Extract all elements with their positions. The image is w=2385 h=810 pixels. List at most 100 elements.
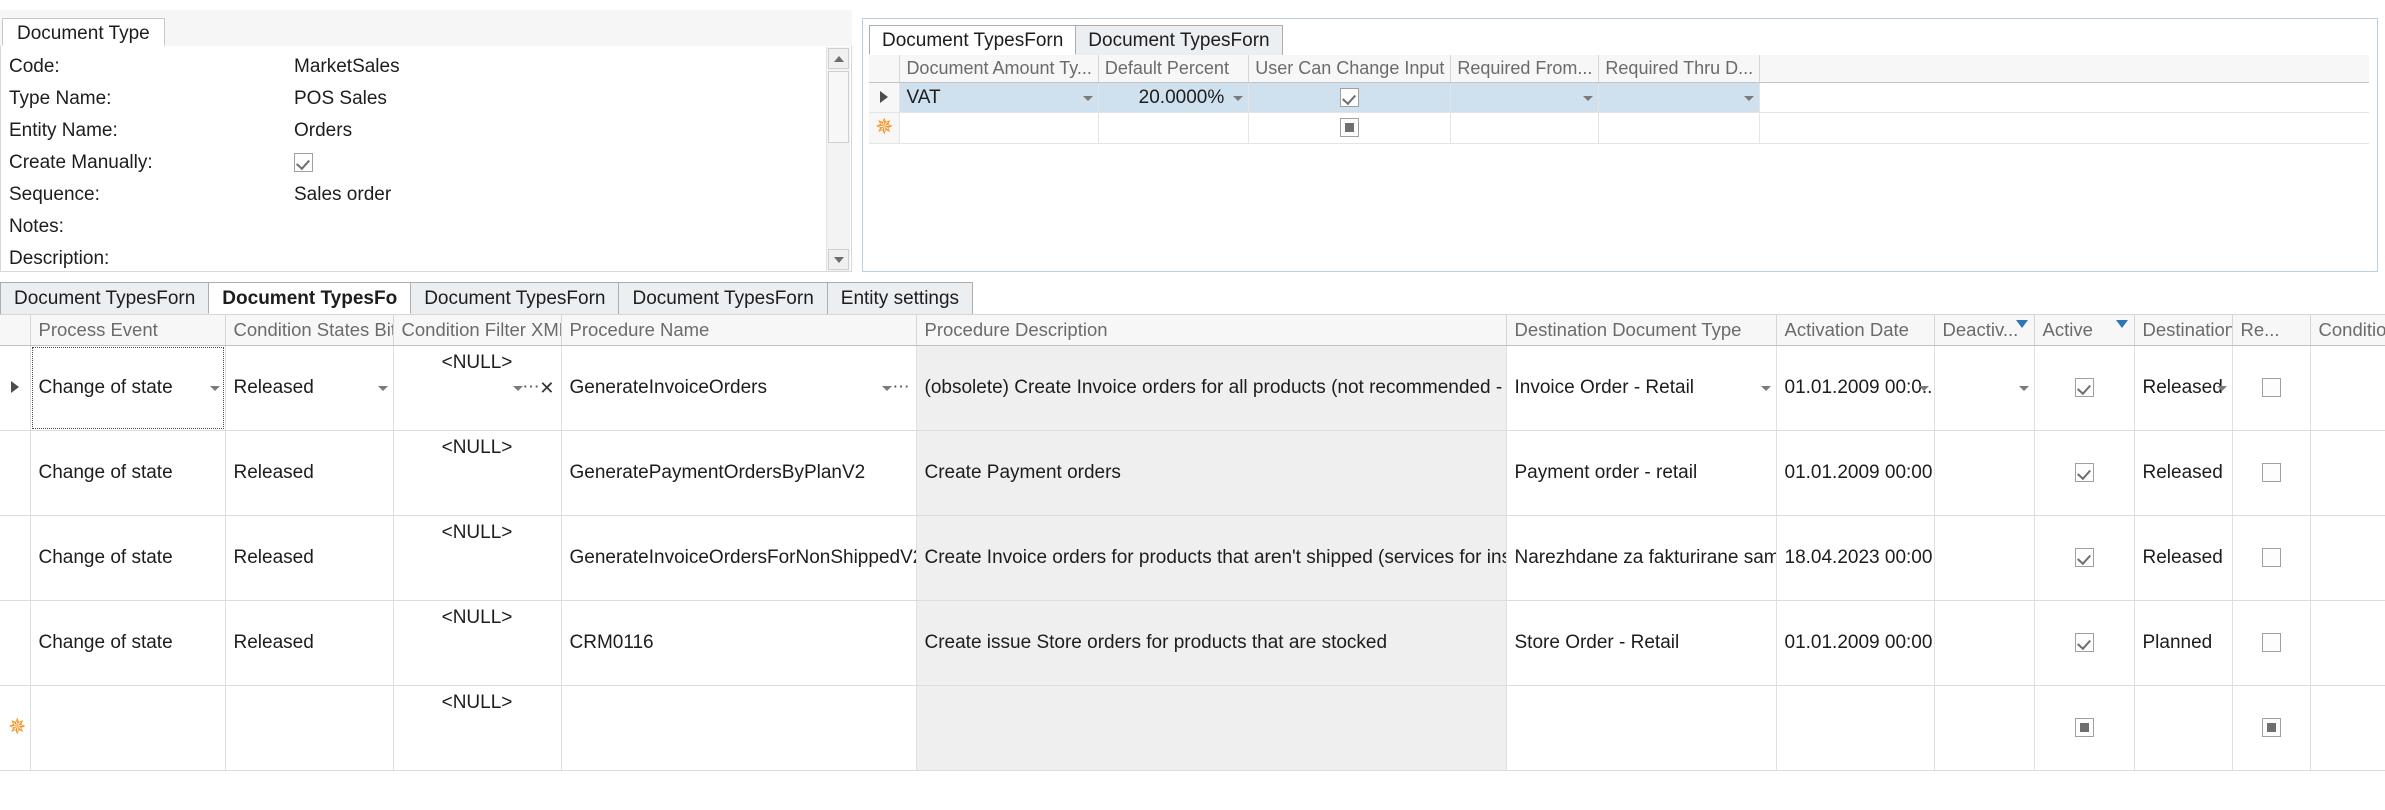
chevron-down-icon[interactable]: [2018, 386, 2029, 391]
cell-activation-date[interactable]: [1776, 685, 1935, 771]
cell-destination-state[interactable]: Released: [2134, 515, 2233, 601]
cell-user-can-change-input[interactable]: [1248, 112, 1452, 144]
cell-condition[interactable]: [2310, 345, 2385, 431]
col-activation-date[interactable]: Activation Date: [1776, 314, 1935, 346]
cell-condition-filter-xml[interactable]: <NULL>: [393, 685, 562, 771]
cell-condition[interactable]: [2310, 685, 2385, 771]
cell-re[interactable]: [2232, 685, 2311, 771]
cell-required-thru[interactable]: [1598, 82, 1761, 113]
col-re[interactable]: Re...: [2232, 314, 2311, 346]
tab-document-type[interactable]: Document Type: [2, 18, 165, 46]
cell-process-event[interactable]: [30, 685, 226, 771]
chevron-down-icon[interactable]: [1918, 386, 1929, 391]
cell-destination-state[interactable]: [2134, 685, 2233, 771]
cell-condition-filter-xml[interactable]: <NULL> ⋯ ✕: [393, 345, 562, 431]
cell-document-amount-type[interactable]: VAT: [899, 82, 1099, 113]
re-checkbox[interactable]: [2261, 378, 2281, 397]
cell-procedure-description[interactable]: (obsolete) Create Invoice orders for all…: [916, 345, 1507, 431]
cell-active[interactable]: [2034, 515, 2135, 601]
cell-required-thru[interactable]: [1598, 112, 1761, 144]
col-deactivation-date[interactable]: Deactiv...: [1934, 314, 2035, 346]
tab-document-typesform-c[interactable]: Document TypesForn: [410, 282, 620, 314]
cell-procedure-description[interactable]: Create Invoice orders for products that …: [916, 515, 1507, 601]
cell-active[interactable]: [2034, 345, 2135, 431]
cell-deactivation-date[interactable]: [1934, 345, 2035, 431]
chevron-down-icon[interactable]: [1082, 95, 1093, 101]
chevron-down-icon[interactable]: [512, 386, 523, 391]
cell-condition[interactable]: [2310, 430, 2385, 516]
cell-default-percent[interactable]: [1098, 112, 1250, 144]
scroll-down-button[interactable]: [828, 249, 849, 270]
active-checkbox[interactable]: [2074, 548, 2094, 567]
cell-activation-date[interactable]: 01.01.2009 00:00:00: [1776, 430, 1935, 516]
cell-procedure-description[interactable]: Create Payment orders: [916, 430, 1507, 516]
cell-active[interactable]: [2034, 600, 2135, 686]
cell-condition[interactable]: [2310, 515, 2385, 601]
cell-active[interactable]: [2034, 685, 2135, 771]
cell-procedure-description[interactable]: Create issue Store orders for products t…: [916, 600, 1507, 686]
col-condition-states-bit[interactable]: Condition States Bit ...: [225, 314, 394, 346]
detail-panel-scrollbar[interactable]: [826, 47, 850, 271]
cell-activation-date[interactable]: 01.01.2009 00:0...: [1776, 345, 1935, 431]
tab-document-typesform-d[interactable]: Document TypesForn: [618, 282, 828, 314]
cell-destination-document-type[interactable]: Narezhdane za fakturirane samo za ...: [1506, 515, 1777, 601]
user-can-change-input-checkbox[interactable]: [1340, 118, 1360, 137]
chevron-down-icon[interactable]: [1583, 95, 1594, 101]
cell-re[interactable]: [2232, 515, 2311, 601]
scroll-up-button[interactable]: [828, 48, 849, 69]
cell-condition-states-bit[interactable]: Released: [225, 515, 394, 601]
chevron-down-icon[interactable]: [1233, 95, 1244, 101]
cell-process-event[interactable]: Change of state: [30, 430, 226, 516]
cell-destination-document-type[interactable]: Store Order - Retail: [1506, 600, 1777, 686]
table-row-new[interactable]: ✵: [869, 112, 2369, 144]
cell-procedure-name[interactable]: GenerateInvoiceOrders ⋯: [561, 345, 917, 431]
cell-destination-state[interactable]: Released: [2134, 430, 2233, 516]
table-row[interactable]: Change of state Released <NULL> Generate…: [0, 515, 2385, 601]
re-checkbox[interactable]: [2261, 548, 2281, 567]
active-checkbox[interactable]: [2074, 378, 2094, 397]
active-checkbox[interactable]: [2074, 633, 2094, 652]
col-process-event[interactable]: Process Event: [30, 314, 226, 346]
cell-destination-state[interactable]: Released: [2134, 345, 2233, 431]
chevron-down-icon[interactable]: [2216, 386, 2227, 391]
col-condition-filter-xml[interactable]: Condition Filter XML: [393, 314, 562, 346]
cell-condition-filter-xml[interactable]: <NULL>: [393, 430, 562, 516]
clear-icon[interactable]: ✕: [539, 378, 554, 399]
cell-deactivation-date[interactable]: [1934, 685, 2035, 771]
cell-required-from[interactable]: [1450, 82, 1600, 113]
cell-deactivation-date[interactable]: [1934, 600, 2035, 686]
cell-procedure-name[interactable]: CRM0116: [561, 600, 917, 686]
tab-document-typesform-b[interactable]: Document TypesFo: [208, 282, 412, 314]
filter-icon[interactable]: [2115, 320, 2128, 328]
table-row[interactable]: Change of state Released <NULL> Generate…: [0, 430, 2385, 516]
create-manually-checkbox[interactable]: [294, 153, 313, 172]
tab-document-typesform-1[interactable]: Document TypesForn: [869, 25, 1077, 55]
active-checkbox[interactable]: [2074, 718, 2094, 737]
cell-destination-document-type[interactable]: Invoice Order - Retail: [1506, 345, 1777, 431]
cell-condition-states-bit[interactable]: [225, 685, 394, 771]
cell-procedure-name[interactable]: GeneratePaymentOrdersByPlanV2: [561, 430, 917, 516]
re-checkbox[interactable]: [2261, 463, 2281, 482]
col-user-can-change-input[interactable]: User Can Change Input: [1248, 55, 1452, 83]
cell-process-event[interactable]: Change of state: [30, 345, 226, 431]
chevron-down-icon[interactable]: [377, 386, 388, 391]
cell-process-event[interactable]: Change of state: [30, 515, 226, 601]
user-can-change-input-checkbox[interactable]: [1340, 87, 1360, 107]
cell-re[interactable]: [2232, 430, 2311, 516]
cell-condition-filter-xml[interactable]: <NULL>: [393, 515, 562, 601]
cell-deactivation-date[interactable]: [1934, 515, 2035, 601]
ellipsis-button[interactable]: ⋯: [523, 377, 541, 397]
filter-icon[interactable]: [2015, 320, 2028, 328]
re-checkbox[interactable]: [2261, 718, 2281, 737]
cell-condition-states-bit[interactable]: Released: [225, 600, 394, 686]
cell-condition-states-bit[interactable]: Released: [225, 430, 394, 516]
cell-document-amount-type[interactable]: [899, 112, 1099, 144]
cell-destination-document-type[interactable]: [1506, 685, 1777, 771]
col-required-thru[interactable]: Required Thru D...: [1598, 55, 1761, 83]
cell-procedure-name[interactable]: GenerateInvoiceOrdersForNonShippedV2: [561, 515, 917, 601]
tab-document-typesform-a[interactable]: Document TypesForn: [0, 282, 210, 314]
cell-required-from[interactable]: [1450, 112, 1600, 144]
cell-procedure-name[interactable]: [561, 685, 917, 771]
ellipsis-button[interactable]: ⋯: [893, 377, 911, 397]
cell-procedure-description[interactable]: [916, 685, 1507, 771]
